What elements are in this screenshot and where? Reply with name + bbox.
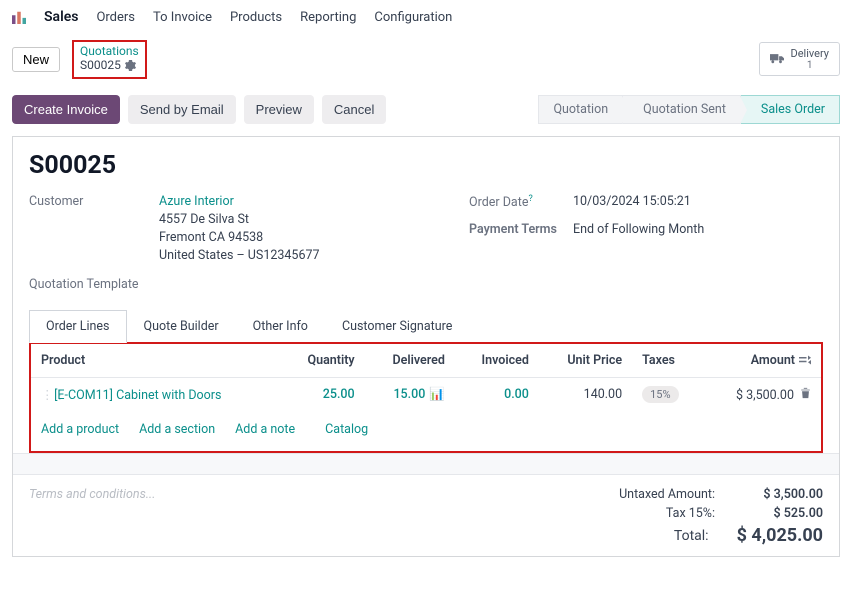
- address-line1: 4557 De Silva St: [159, 212, 320, 227]
- add-note-link[interactable]: Add a note: [235, 422, 295, 437]
- tabs: Order Lines Quote Builder Other Info Cus…: [29, 310, 823, 343]
- th-unit-price[interactable]: Unit Price: [539, 344, 632, 378]
- gear-icon[interactable]: [125, 60, 136, 71]
- app-icon: [12, 10, 26, 24]
- status-steps: Quotation Quotation Sent Sales Order: [538, 95, 840, 124]
- total-label: Total:: [599, 525, 709, 546]
- th-taxes[interactable]: Taxes: [632, 344, 702, 378]
- order-date-label: Order Date?: [469, 194, 563, 210]
- tax-badge: 15%: [642, 386, 678, 403]
- nav-reporting[interactable]: Reporting: [300, 10, 356, 25]
- cell-amount: $ 3,500.00: [702, 377, 821, 412]
- order-title: S00025: [29, 151, 823, 180]
- nav-orders[interactable]: Orders: [96, 10, 135, 25]
- top-nav: Sales Orders To Invoice Products Reporti…: [0, 0, 852, 34]
- tab-order-lines[interactable]: Order Lines: [29, 310, 127, 343]
- tax-value: $ 525.00: [743, 506, 823, 521]
- line-actions: Add a product Add a section Add a note C…: [31, 412, 821, 451]
- terms-placeholder[interactable]: Terms and conditions...: [29, 485, 599, 548]
- delivery-label: Delivery: [790, 47, 829, 60]
- create-invoice-button[interactable]: Create Invoice: [12, 95, 120, 124]
- cancel-button[interactable]: Cancel: [322, 95, 386, 124]
- app-title[interactable]: Sales: [44, 9, 78, 25]
- nav-to-invoice[interactable]: To Invoice: [153, 10, 212, 25]
- cell-taxes[interactable]: 15%: [632, 377, 702, 412]
- order-date-value: 10/03/2024 15:05:21: [573, 194, 691, 210]
- payment-terms-value: End of Following Month: [573, 222, 704, 237]
- nav-configuration[interactable]: Configuration: [374, 10, 452, 25]
- order-card: S00025 Customer Azure Interior 4557 De S…: [12, 136, 840, 557]
- cell-quantity[interactable]: 25.00: [281, 377, 365, 412]
- cell-unit-price[interactable]: 140.00: [539, 377, 632, 412]
- send-email-button[interactable]: Send by Email: [128, 95, 236, 124]
- separator-band: [13, 453, 839, 475]
- untaxed-label: Untaxed Amount:: [605, 487, 715, 502]
- untaxed-value: $ 3,500.00: [743, 487, 823, 502]
- cell-invoiced[interactable]: 0.00: [455, 377, 539, 412]
- th-product[interactable]: Product: [31, 344, 281, 378]
- chart-icon[interactable]: 📊: [429, 387, 445, 402]
- breadcrumb: Quotations S00025: [72, 40, 147, 79]
- table-row[interactable]: ⋮⋮ [E-COM11] Cabinet with Doors 25.00 15…: [31, 377, 821, 412]
- tax-label: Tax 15%:: [605, 506, 715, 521]
- product-link[interactable]: [E-COM11] Cabinet with Doors: [54, 388, 221, 403]
- breadcrumb-parent[interactable]: Quotations: [80, 44, 139, 58]
- preview-button[interactable]: Preview: [244, 95, 314, 124]
- nav-products[interactable]: Products: [230, 10, 282, 25]
- th-quantity[interactable]: Quantity: [281, 344, 365, 378]
- step-quotation-sent[interactable]: Quotation Sent: [623, 95, 741, 124]
- breadcrumb-current: S00025: [80, 58, 121, 72]
- truck-icon: [770, 53, 784, 65]
- step-quotation[interactable]: Quotation: [538, 95, 623, 124]
- tab-customer-signature[interactable]: Customer Signature: [325, 310, 469, 342]
- payment-terms-label: Payment Terms: [469, 222, 563, 237]
- drag-handle-icon[interactable]: ⋮⋮: [41, 387, 51, 403]
- step-sales-order[interactable]: Sales Order: [741, 95, 840, 124]
- new-button[interactable]: New: [12, 47, 60, 72]
- address-line3: United States – US12345677: [159, 248, 320, 263]
- total-value: $ 4,025.00: [737, 525, 823, 546]
- th-amount[interactable]: Amount: [702, 344, 821, 378]
- delivery-count: 1: [790, 60, 829, 71]
- th-invoiced[interactable]: Invoiced: [455, 344, 539, 378]
- breadcrumb-row: New Quotations S00025 Delivery 1: [0, 34, 852, 89]
- customer-label: Customer: [29, 194, 149, 263]
- trash-icon[interactable]: [800, 387, 811, 399]
- footer: Terms and conditions... Untaxed Amount: …: [29, 475, 823, 548]
- action-bar: Create Invoice Send by Email Preview Can…: [0, 89, 852, 136]
- customer-link[interactable]: Azure Interior: [159, 194, 320, 209]
- tab-other-info[interactable]: Other Info: [236, 310, 325, 342]
- catalog-link[interactable]: Catalog: [325, 422, 368, 437]
- totals: Untaxed Amount: $ 3,500.00 Tax 15%: $ 52…: [599, 485, 823, 548]
- address-line2: Fremont CA 94538: [159, 230, 320, 245]
- cell-delivered[interactable]: 15.00📊: [365, 377, 455, 412]
- add-product-link[interactable]: Add a product: [41, 422, 119, 437]
- th-delivered[interactable]: Delivered: [365, 344, 455, 378]
- delivery-button[interactable]: Delivery 1: [759, 42, 840, 76]
- columns-icon[interactable]: [799, 355, 811, 365]
- tab-quote-builder[interactable]: Quote Builder: [127, 310, 236, 342]
- order-lines-table: Product Quantity Delivered Invoiced Unit…: [29, 342, 823, 453]
- quotation-template-label: Quotation Template: [29, 277, 149, 292]
- add-section-link[interactable]: Add a section: [139, 422, 215, 437]
